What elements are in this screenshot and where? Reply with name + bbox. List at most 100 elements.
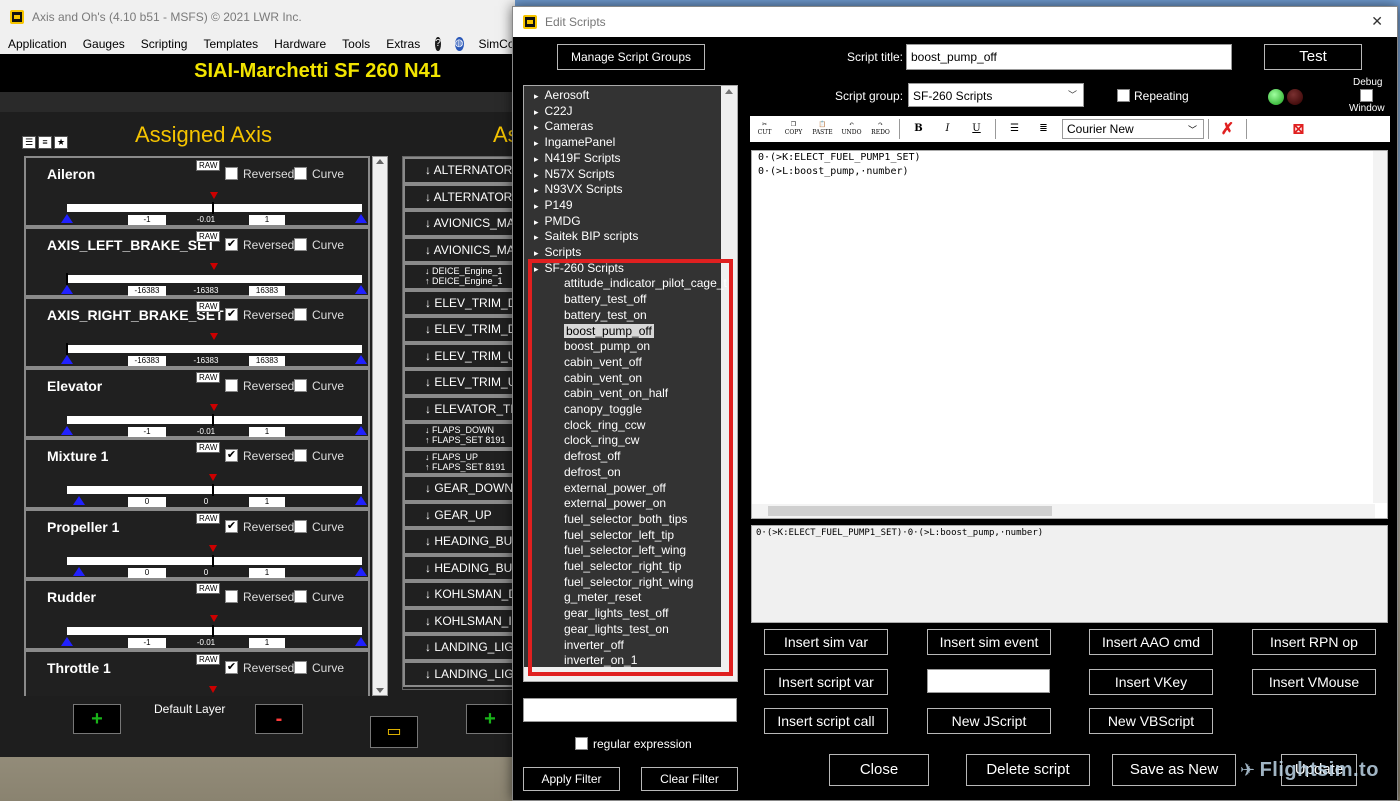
clear-format-icon[interactable]: ✗ — [1215, 118, 1241, 140]
curve-checkbox[interactable] — [294, 378, 307, 392]
align-left-icon[interactable]: ☰ — [1002, 118, 1028, 140]
tree-script-item[interactable]: fuel_selector_right_tip — [524, 559, 681, 575]
font-select[interactable]: Courier New ﹀ — [1062, 119, 1204, 139]
tree-folder[interactable]: PMDG — [524, 214, 581, 230]
axis-row[interactable]: Elevator RAW Reversed Curve -1 -0.01 1 — [24, 367, 370, 438]
tree-script-item[interactable]: cabin_vent_on_half — [524, 386, 668, 402]
tree-script-item[interactable]: fuel_selector_left_wing — [524, 543, 686, 559]
apply-filter-button[interactable]: Apply Filter — [523, 767, 620, 791]
tree-folder[interactable]: SF-260 Scripts — [524, 261, 624, 277]
tree-folder[interactable]: N93VX Scripts — [524, 182, 623, 198]
tree-script-item[interactable]: cabin_vent_off — [524, 355, 642, 371]
max-handle-icon[interactable] — [355, 214, 367, 223]
delete-all-icon[interactable]: ⊠ — [1286, 118, 1312, 140]
axis-slider[interactable] — [67, 345, 362, 353]
scroll-thumb[interactable] — [768, 506, 1052, 516]
globe-icon[interactable]: ◍ — [454, 37, 464, 51]
debug-window-checkbox[interactable] — [1360, 89, 1373, 102]
filter-input[interactable] — [523, 698, 737, 722]
button-event-row[interactable]: ↓ DEICE_Engine_1 ↑ DEICE_Engine_1 — [403, 263, 514, 290]
curve-checkbox[interactable] — [294, 519, 307, 533]
reversed-checkbox[interactable]: ✔ — [225, 308, 238, 321]
reversed-checkbox[interactable]: ✔ — [225, 449, 238, 462]
tree-folder[interactable]: Saitek BIP scripts — [524, 229, 639, 245]
menu-extras[interactable]: Extras — [378, 37, 428, 51]
tree-script-item[interactable]: battery_test_off — [524, 292, 647, 308]
menu-application[interactable]: Application — [0, 37, 75, 51]
tree-script-item[interactable]: external_power_on — [524, 496, 666, 512]
add-button-assignment-button[interactable]: + — [466, 704, 514, 734]
curve-checkbox[interactable] — [294, 660, 307, 674]
button-event-row[interactable]: ↓ HEADING_BUG — [403, 554, 514, 581]
tree-script-item[interactable]: defrost_off — [524, 449, 620, 465]
layer-icon[interactable]: ▭ — [370, 716, 418, 748]
axis-slider[interactable] — [67, 274, 362, 283]
redo-icon[interactable]: ↷ REDO — [868, 118, 894, 140]
tree-script-item[interactable]: boost_pump_off — [524, 323, 654, 340]
tree-folder[interactable]: N419F Scripts — [524, 151, 621, 167]
button-event-row[interactable]: ↓ ELEV_TRIM_DN — [403, 289, 514, 316]
blank-input-field[interactable] — [927, 669, 1050, 693]
manage-script-groups-button[interactable]: Manage Script Groups — [557, 44, 705, 70]
reversed-checkbox[interactable] — [225, 378, 238, 392]
button-event-row[interactable]: ↓ AVIONICS_MAS — [403, 210, 514, 237]
tree-script-item[interactable]: inverter_off — [524, 638, 624, 654]
remove-axis-button[interactable]: - — [255, 704, 303, 734]
editor-horizontal-scrollbar[interactable] — [752, 504, 1375, 518]
menu-hardware[interactable]: Hardware — [266, 37, 334, 51]
reversed-checkbox[interactable] — [225, 590, 238, 603]
curve-checkbox[interactable] — [294, 237, 307, 251]
min-handle-icon[interactable] — [73, 496, 85, 505]
reversed-checkbox[interactable]: ✔ — [225, 660, 238, 674]
clear-filter-button[interactable]: Clear Filter — [641, 767, 738, 791]
tree-horizontal-scrollbar[interactable] — [524, 667, 723, 681]
button-event-row[interactable]: ↓ GEAR_UP — [403, 501, 514, 528]
min-handle-icon[interactable] — [61, 355, 73, 364]
close-button[interactable]: Close — [829, 754, 929, 786]
min-handle-icon[interactable] — [61, 214, 73, 223]
reversed-checkbox[interactable] — [225, 167, 238, 180]
button-event-row[interactable]: ↓ LANDING_LIGH — [403, 634, 514, 661]
insert-script-var-button[interactable]: Insert script var — [764, 669, 888, 695]
button-event-row[interactable]: ↓ ALTERNATOR_S — [403, 183, 514, 210]
axis-row[interactable]: Throttle 1 RAW ✔ Reversed Curve — [24, 649, 370, 696]
curve-checkbox[interactable] — [294, 167, 307, 180]
axis-slider[interactable] — [67, 556, 362, 565]
save-as-new-button[interactable]: Save as New — [1112, 754, 1236, 786]
max-handle-icon[interactable] — [355, 284, 367, 294]
delete-script-button[interactable]: Delete script — [966, 754, 1090, 786]
max-handle-icon[interactable] — [355, 637, 367, 646]
button-event-row[interactable]: ↓ HEADING_BUG — [403, 528, 514, 555]
axis-row[interactable]: Propeller 1 RAW ✔ Reversed Curve 0 0 1 — [24, 508, 370, 579]
menu-templates[interactable]: Templates — [195, 37, 266, 51]
min-handle-icon[interactable] — [73, 566, 85, 576]
max-handle-icon[interactable] — [355, 566, 367, 576]
button-event-row[interactable]: ↓ AVIONICS_MAS — [403, 236, 514, 263]
tree-folder[interactable]: Scripts — [524, 245, 582, 261]
paste-icon[interactable]: 📋 PASTE — [810, 118, 836, 140]
axis-slider[interactable] — [67, 627, 362, 635]
button-event-row[interactable]: ↓ LANDING_LIGH — [403, 660, 514, 687]
button-event-row[interactable]: ↓ ELEV_TRIM_DN — [403, 316, 514, 343]
max-handle-icon[interactable] — [355, 496, 367, 505]
reversed-checkbox[interactable]: ✔ — [225, 519, 238, 533]
script-title-input[interactable]: boost_pump_off — [906, 44, 1232, 70]
button-event-row[interactable]: ↓ FLAPS_DOWN ↑ FLAPS_SET 8191 — [403, 422, 514, 449]
underline-button[interactable]: U — [964, 118, 990, 140]
button-event-row[interactable]: ↓ ELEVATOR_TRIM — [403, 395, 514, 422]
tree-script-item[interactable]: fuel_selector_right_wing — [524, 575, 693, 591]
tree-script-item[interactable]: cabin_vent_on — [524, 371, 642, 387]
max-handle-icon[interactable] — [355, 425, 367, 435]
detail-view-icon[interactable]: ≡ — [38, 136, 52, 149]
tree-folder[interactable]: Aerosoft — [524, 88, 590, 104]
axis-list-scrollbar[interactable] — [372, 156, 388, 696]
tree-script-item[interactable]: fuel_selector_both_tips — [524, 512, 687, 528]
curve-checkbox[interactable] — [294, 308, 307, 321]
tree-folder[interactable]: IngamePanel — [524, 135, 616, 151]
axis-row[interactable]: Rudder RAW Reversed Curve -1 -0.01 1 — [24, 579, 370, 650]
tree-script-item[interactable]: canopy_toggle — [524, 402, 642, 418]
cut-icon[interactable]: ✂ CUT — [752, 118, 778, 140]
script-group-select[interactable]: SF-260 Scripts ﹀ — [908, 83, 1084, 107]
tree-script-item[interactable]: clock_ring_cw — [524, 433, 639, 449]
tree-script-item[interactable]: defrost_on — [524, 465, 621, 481]
